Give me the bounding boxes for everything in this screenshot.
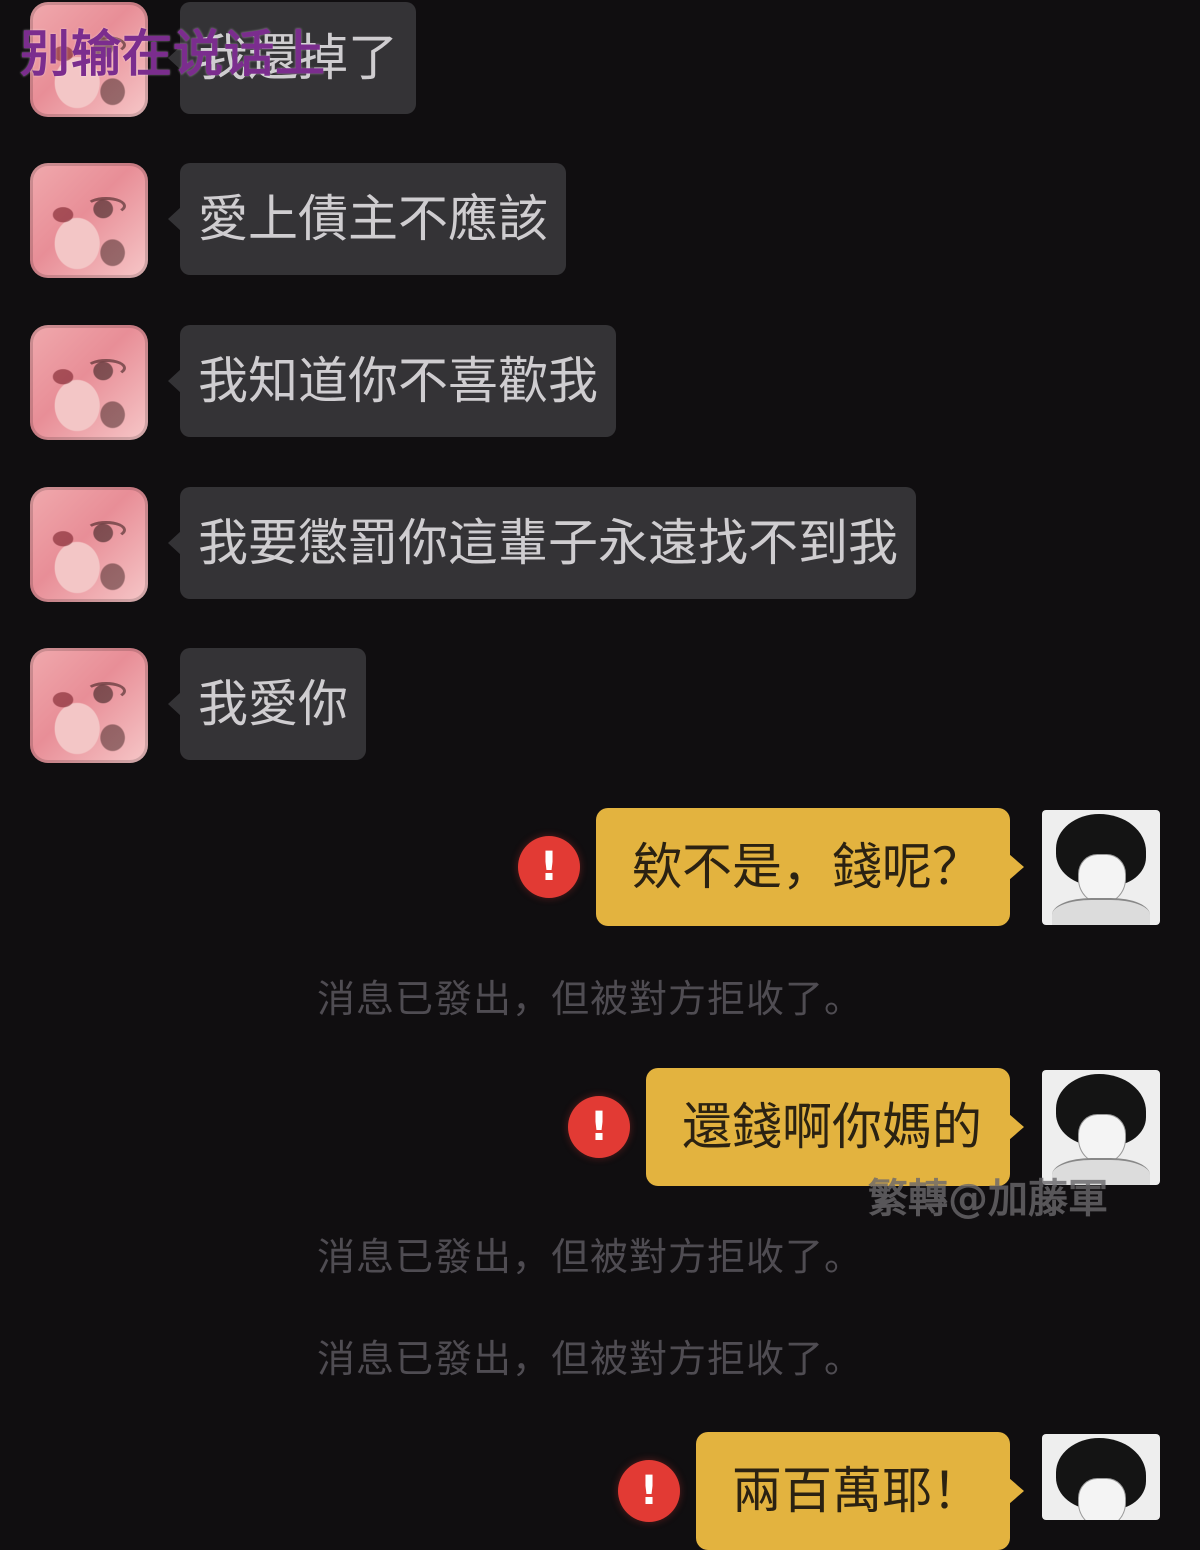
incoming-message-bubble[interactable]: 我要懲罰你這輩子永遠找不到我 <box>168 487 916 599</box>
incoming-message-bubble[interactable]: 我愛你 <box>168 648 366 760</box>
outgoing-message-bubble[interactable]: 欸不是，錢呢？ <box>596 808 1024 926</box>
avatar-face <box>1078 1114 1126 1164</box>
outgoing-message-bubble[interactable]: 兩百萬耶！ <box>696 1432 1024 1550</box>
incoming-message-bubble[interactable]: 愛上債主不應該 <box>168 163 566 275</box>
avatar-body <box>1052 898 1150 925</box>
overlay-caption: 别输在说话上 <box>20 25 326 83</box>
rejected-notice: 消息已發出，但被對方拒收了。 <box>316 977 863 1021</box>
message-text: 我要懲罰你這輩子永遠找不到我 <box>198 514 898 572</box>
contact-avatar[interactable] <box>30 648 148 763</box>
message-text: 我愛你 <box>198 675 348 733</box>
message-text: 愛上債主不應該 <box>198 190 548 248</box>
send-failed-icon[interactable]: ! <box>518 836 580 898</box>
contact-avatar[interactable] <box>30 487 148 602</box>
contact-avatar[interactable] <box>30 325 148 440</box>
rejected-notice: 消息已發出，但被對方拒收了。 <box>316 1337 863 1381</box>
message-text: 兩百萬耶！ <box>732 1462 982 1520</box>
user-avatar[interactable] <box>1042 810 1160 925</box>
contact-avatar[interactable] <box>30 163 148 278</box>
avatar-face <box>1078 1478 1126 1520</box>
message-text: 我知道你不喜歡我 <box>198 352 598 410</box>
message-text: 欸不是，錢呢？ <box>632 838 982 896</box>
send-failed-icon[interactable]: ! <box>568 1096 630 1158</box>
incoming-message-bubble[interactable]: 我知道你不喜歡我 <box>168 325 616 437</box>
repost-watermark: 繁轉@加藤軍 <box>868 1176 1108 1222</box>
message-text: 還錢啊你媽的 <box>682 1098 982 1156</box>
user-avatar[interactable] <box>1042 1434 1160 1520</box>
send-failed-icon[interactable]: ! <box>618 1460 680 1522</box>
avatar-face <box>1078 854 1126 904</box>
chat-window: 我還掉了 愛上債主不應該 我知道你不喜歡我 我要懲罰你這輩子永遠找不到我 我愛你… <box>0 0 1200 1550</box>
rejected-notice: 消息已發出，但被對方拒收了。 <box>316 1235 863 1279</box>
